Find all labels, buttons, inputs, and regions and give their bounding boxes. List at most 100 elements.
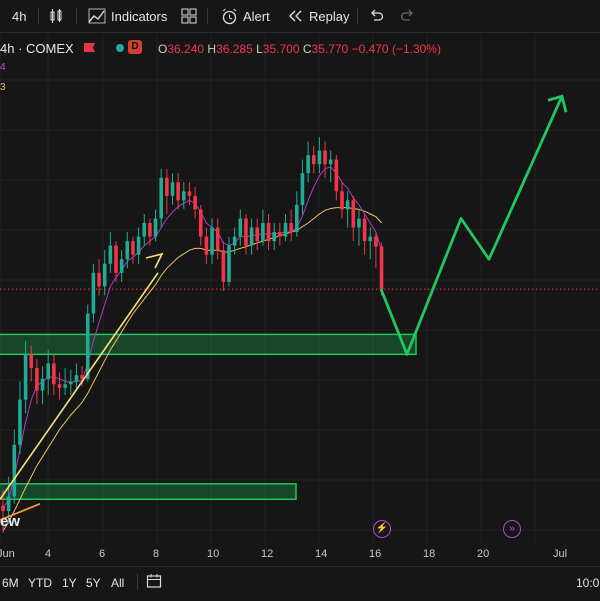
symbol-title[interactable]: 4h · COMEX [0,41,74,56]
close-value: 35.770 [311,42,349,56]
indicator-legend-1[interactable]: 4 [0,62,6,73]
candle-body [340,191,344,210]
candle-body [69,381,73,385]
candle-body [238,218,243,237]
calendar-range-button[interactable] [146,573,162,592]
x-tick-10: 10 [207,548,220,560]
candle-body [362,218,367,242]
candle-body [198,209,203,237]
toolbar-divider [76,8,77,24]
x-tick-jul: Jul [553,548,568,560]
range-5y[interactable]: 5Y [86,576,101,590]
undo-icon [371,9,384,21]
bottom-bar: 6M YTD 1Y 5Y All 10:0 [0,566,600,601]
candle-body [357,218,361,228]
ohlc-legend: O36.240 H36.285 L35.700 C35.770 −0.470 (… [158,42,441,56]
layouts-button[interactable] [181,0,197,32]
watermark: ew [0,513,21,530]
slow-moving-average [2,207,382,532]
candle-body [306,155,310,174]
candle-body [6,496,11,512]
candle-body [80,375,84,379]
candle-body [63,384,67,388]
candle-body [244,218,248,246]
candle-body [289,223,293,233]
chart-type-button[interactable] [48,0,64,32]
toolbar-divider [38,8,39,24]
candle-body [102,263,107,287]
candle-body [317,150,322,165]
x-tick-18: 18 [423,548,436,560]
candle-body [1,505,5,512]
chart-app: 4h Indicators Alert Replay 4h · COMEX D … [0,0,600,600]
candle-body [142,223,147,237]
price-chart[interactable] [0,0,600,600]
candle-body [12,444,17,497]
candle-body [328,159,333,165]
candle-body [311,155,316,165]
redo-icon [400,9,413,21]
undo-button[interactable] [369,0,384,32]
candle-body [29,354,34,368]
close-label: C [302,42,312,56]
candle-body [165,177,169,196]
candle-body [334,159,339,192]
interval-label: 4h [12,8,27,24]
replay-button[interactable]: Replay [288,0,349,32]
indicators-icon [88,8,106,24]
candle-body [374,236,378,247]
candle-body [204,236,209,255]
event-flash-icon[interactable]: ⚡ [373,520,391,538]
x-tick-8: 8 [153,548,160,560]
range-ytd[interactable]: YTD [28,576,52,590]
market-status-icon [116,44,124,52]
trend-arrowhead [145,252,164,269]
interval-button[interactable]: 4h [12,0,26,32]
high-label: H [207,42,217,56]
candle-body [232,236,237,246]
candle-body [114,245,118,273]
candle-body [52,363,56,385]
grid-icon [181,8,197,24]
indicators-button[interactable]: Indicators [88,0,167,32]
candle-body [272,232,276,242]
range-6m[interactable]: 6M [2,576,19,590]
candle-body [35,367,39,391]
candles-icon [50,9,62,23]
candle-body [193,195,197,210]
indicator-legend-2[interactable]: 3 [0,82,6,93]
redo-button[interactable] [400,0,415,32]
candle-body [153,218,158,237]
candle-body [300,173,305,205]
x-tick-20: 20 [477,548,490,560]
toolbar-divider [357,8,358,24]
candle-body [351,200,356,228]
candle-body [266,223,271,242]
candle-body [125,241,130,260]
change-value: −0.470 (−1.30%) [351,42,441,56]
dividend-badge[interactable]: D [128,40,142,54]
toolbar-divider [207,8,208,24]
candle-body [261,223,265,242]
range-all[interactable]: All [111,576,124,590]
candle-body [131,241,135,255]
candle-body [187,191,192,196]
candle-body [97,272,101,287]
candle-body [323,150,327,165]
clock-time: 10:0 [576,576,600,590]
candle-body [148,223,152,237]
candle-body [278,232,282,237]
candle-body [221,250,226,282]
alert-button[interactable]: Alert [221,0,270,32]
replay-label: Replay [309,8,350,24]
event-forward-icon[interactable]: » [503,520,521,538]
x-tick-16: 16 [369,548,382,560]
candle-body [136,236,141,255]
low-label: L [256,42,263,56]
x-tick-6: 6 [99,548,106,560]
candle-body [215,227,220,251]
range-1y[interactable]: 1Y [62,576,77,590]
open-label: O [158,42,168,56]
candle-body [170,182,175,196]
high-value: 36.285 [216,42,253,56]
